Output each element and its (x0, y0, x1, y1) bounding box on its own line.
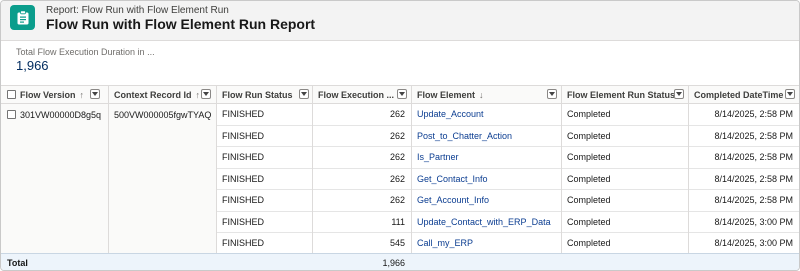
completed-datetime-cell: 8/14/2025, 2:58 PM (688, 169, 799, 190)
flow-element-cell[interactable]: Is_Partner (411, 147, 561, 169)
element-run-status-cell: Completed (561, 190, 688, 212)
column-menu-icon[interactable] (674, 89, 684, 99)
flow-version-value: 301VW00000D8g5q (20, 110, 102, 120)
element-run-status-cell: Completed (561, 147, 688, 169)
total-label: Total (7, 257, 28, 268)
column-divider (561, 86, 562, 253)
completed-datetime-cell: 8/14/2025, 2:58 PM (688, 190, 799, 212)
summary-label: Total Flow Execution Duration in ... (16, 47, 155, 57)
column-menu-icon[interactable] (299, 89, 309, 99)
flow-run-status-cell: FINISHED (216, 147, 312, 169)
element-run-status-cell: Completed (561, 233, 688, 255)
flow-run-status-cell: FINISHED (216, 104, 312, 126)
column-label: Flow Version (20, 89, 76, 100)
duration-cell: 262 (312, 169, 411, 190)
column-label: Flow Element Run Status (567, 89, 676, 100)
flow-element-cell[interactable]: Update_Account (411, 104, 561, 126)
flow-element-cell[interactable]: Get_Contact_Info (411, 169, 561, 190)
report-type-label: Report: Flow Run with Flow Element Run (46, 5, 229, 16)
column-label: Context Record Id (114, 89, 192, 100)
column-header-flow-run-status[interactable]: Flow Run Status (216, 86, 312, 104)
sort-descending-icon: ↓ (479, 89, 484, 100)
flow-element-cell[interactable]: Get_Account_Info (411, 190, 561, 212)
element-run-status-cell: Completed (561, 212, 688, 233)
column-divider (312, 86, 313, 253)
duration-cell: 262 (312, 126, 411, 147)
column-header-flow-element[interactable]: Flow Element ↓ (411, 86, 561, 104)
element-run-status-cell: Completed (561, 104, 688, 126)
flow-element-cell[interactable]: Post_to_Chatter_Action (411, 126, 561, 147)
column-header-context-record-id[interactable]: Context Record Id ↑ (108, 86, 216, 104)
flow-run-status-cell: FINISHED (216, 169, 312, 190)
completed-datetime-cell: 8/14/2025, 2:58 PM (688, 147, 799, 169)
group-flow-version-cell: 301VW00000D8g5q (1, 104, 108, 253)
column-divider (411, 86, 412, 270)
row-checkbox[interactable] (7, 110, 16, 119)
completed-datetime-cell: 8/14/2025, 2:58 PM (688, 126, 799, 147)
report-frame: Report: Flow Run with Flow Element Run F… (0, 0, 800, 271)
summary-panel: Total Flow Execution Duration in ... 1,9… (1, 41, 799, 86)
duration-cell: 262 (312, 147, 411, 169)
column-divider (108, 86, 109, 253)
flow-run-status-cell: FINISHED (216, 190, 312, 212)
duration-cell: 111 (312, 212, 411, 233)
flow-run-status-cell: FINISHED (216, 233, 312, 255)
flow-run-status-cell: FINISHED (216, 126, 312, 147)
report-header: Report: Flow Run with Flow Element Run F… (1, 1, 799, 41)
total-duration-value: 1,966 (382, 257, 405, 268)
completed-datetime-cell: 8/14/2025, 2:58 PM (688, 104, 799, 126)
column-menu-icon[interactable] (397, 89, 407, 99)
column-header-flow-element-run-status[interactable]: Flow Element Run Status (561, 86, 688, 104)
column-menu-icon[interactable] (90, 89, 100, 99)
element-run-status-cell: Completed (561, 169, 688, 190)
completed-datetime-cell: 8/14/2025, 3:00 PM (688, 212, 799, 233)
select-all-checkbox[interactable] (7, 90, 16, 99)
group-context-record-id-cell: 500VW000005fgwTYAQ (108, 104, 216, 253)
duration-cell: 262 (312, 190, 411, 212)
flow-element-cell[interactable]: Call_my_ERP (411, 233, 561, 255)
column-menu-icon[interactable] (547, 89, 557, 99)
context-record-id-value: 500VW000005fgwTYAQ (114, 110, 212, 120)
element-run-status-cell: Completed (561, 126, 688, 147)
duration-cell: 545 (312, 233, 411, 255)
sort-ascending-icon: ↑ (195, 89, 201, 100)
column-label: Flow Execution ... (318, 89, 395, 100)
grand-total-row: Total 1,966 (1, 253, 799, 270)
column-divider (216, 86, 217, 270)
flow-element-cell[interactable]: Update_Contact_with_ERP_Data (411, 212, 561, 233)
report-icon (10, 5, 35, 30)
duration-cell: 262 (312, 104, 411, 126)
column-label: Flow Element (417, 89, 476, 100)
flow-run-status-cell: FINISHED (216, 212, 312, 233)
column-label: Completed DateTime (694, 89, 784, 100)
column-menu-icon[interactable] (201, 89, 211, 99)
column-label: Flow Run Status (222, 89, 293, 100)
column-header-completed-datetime[interactable]: Completed DateTime (688, 86, 799, 104)
column-divider (688, 86, 689, 253)
report-title: Flow Run with Flow Element Run Report (46, 16, 316, 32)
column-menu-icon[interactable] (785, 89, 795, 99)
summary-value: 1,966 (16, 58, 49, 73)
completed-datetime-cell: 8/14/2025, 3:00 PM (688, 233, 799, 255)
sort-ascending-icon: ↑ (79, 89, 85, 100)
